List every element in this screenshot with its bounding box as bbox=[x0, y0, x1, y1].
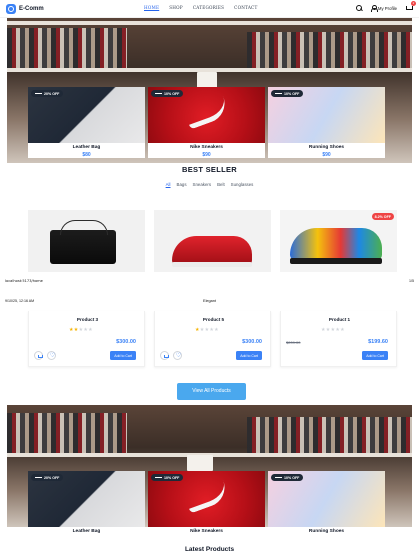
cart-icon[interactable]: 2 bbox=[405, 1, 416, 12]
rating-stars: ★★★★★ bbox=[321, 327, 345, 333]
heart-icon[interactable] bbox=[47, 351, 56, 360]
product-price: $300.00 bbox=[116, 339, 136, 345]
product-image: 10% OFF bbox=[268, 471, 385, 527]
original-price: $209.00 bbox=[286, 340, 301, 345]
latest-products-title: Latest Products bbox=[184, 546, 235, 553]
hero-card[interactable]: 10% OFF Running Shoes bbox=[268, 471, 385, 534]
product-card[interactable]: Product 5 ★★★★★ $300.00 Add to Cart bbox=[154, 311, 271, 367]
product-image: 20% OFF bbox=[28, 471, 145, 527]
hero-card[interactable]: 10% OFF Nike Sneakers $90 bbox=[148, 87, 265, 158]
brand-logo[interactable]: E-Comm bbox=[6, 3, 44, 14]
hero-card-price: $80 bbox=[82, 152, 91, 158]
user-icon bbox=[371, 4, 379, 12]
tab-belt[interactable]: Belt bbox=[217, 182, 225, 187]
product-image[interactable] bbox=[28, 210, 145, 272]
tab-sunglasses[interactable]: Sunglasses bbox=[231, 182, 254, 187]
product-image: 10% OFF bbox=[148, 471, 265, 527]
hero-card-price: $90 bbox=[202, 152, 211, 158]
cart-icon[interactable] bbox=[160, 351, 169, 360]
search-icon[interactable] bbox=[355, 4, 363, 12]
sneaker-image bbox=[290, 228, 382, 264]
nav-categories[interactable]: CATEGORIES bbox=[193, 5, 224, 10]
best-seller-products: Product 3 ★★★★★ $300.00 Add to Cart Prod… bbox=[28, 311, 397, 367]
tab-bags[interactable]: Bags bbox=[177, 182, 187, 187]
product-card[interactable]: Product 1 ★★★★★ $209.00 $199.60 Add to C… bbox=[280, 311, 397, 367]
product-name: Product 3 bbox=[76, 317, 99, 322]
nav-contact[interactable]: CONTACT bbox=[234, 5, 257, 10]
hero-card[interactable]: 10% OFF Running Shoes $90 bbox=[268, 87, 385, 158]
product-name: Product 5 bbox=[202, 317, 225, 322]
hero-card-name: Leather Bag bbox=[72, 529, 101, 534]
best-seller-title: BEST SELLER bbox=[182, 165, 237, 174]
category-tabs: All Bags Sneakers Belt Sunglasses bbox=[0, 182, 419, 187]
product-image: 20% OFF bbox=[28, 87, 145, 143]
rating-stars: ★★★★★ bbox=[69, 327, 93, 333]
add-to-cart-button[interactable]: Add to Cart bbox=[110, 351, 136, 360]
hero-card[interactable]: 20% OFF Leather Bag $80 bbox=[28, 87, 145, 158]
product-image[interactable]: 8.2% OFF bbox=[280, 210, 397, 272]
nav-shop[interactable]: SHOP bbox=[169, 5, 183, 10]
profile-label: My Profile bbox=[377, 5, 397, 11]
tab-all[interactable]: All bbox=[166, 182, 171, 187]
hero-card-name: Leather Bag bbox=[72, 145, 101, 150]
hero-card[interactable]: 10% OFF Nike Sneakers bbox=[148, 471, 265, 534]
top-nav-bar: E-Comm HOME SHOP CATEGORIES CONTACT My P… bbox=[0, 0, 419, 18]
product-image: 10% OFF bbox=[148, 87, 265, 143]
add-to-cart-button[interactable]: Add to Cart bbox=[362, 351, 388, 360]
hero-card[interactable]: 20% OFF Leather Bag bbox=[28, 471, 145, 534]
discount-badge: 10% OFF bbox=[271, 90, 304, 97]
rating-stars: ★★★★★ bbox=[195, 327, 219, 333]
tab-sneakers[interactable]: Sneakers bbox=[193, 182, 212, 187]
print-page-number: 1/5 bbox=[409, 279, 414, 283]
cart-icon[interactable] bbox=[34, 351, 43, 360]
swoosh-logo bbox=[183, 480, 231, 514]
discount-badge: 10% OFF bbox=[151, 90, 184, 97]
product-image[interactable] bbox=[154, 210, 271, 272]
hero-card-name: Nike Sneakers bbox=[190, 529, 223, 534]
hero-card-name: Nike Sneakers bbox=[190, 145, 223, 150]
clothing-rack-decor bbox=[247, 32, 412, 72]
discount-badge: 20% OFF bbox=[31, 90, 64, 97]
hero-card-price: $90 bbox=[322, 152, 331, 158]
shelf-decor bbox=[7, 21, 412, 25]
hero-card-name: Running Shoes bbox=[308, 529, 345, 534]
hero-cards: 20% OFF Leather Bag 10% OFF Nike Sneaker… bbox=[28, 471, 385, 534]
hero-cards: 20% OFF Leather Bag $80 10% OFF Nike Sne… bbox=[28, 87, 385, 158]
product-card[interactable]: Product 3 ★★★★★ $300.00 Add to Cart bbox=[28, 311, 145, 367]
logo-icon bbox=[6, 3, 16, 14]
cart-count-badge: 2 bbox=[411, 1, 416, 6]
discount-badge: 10% OFF bbox=[151, 474, 184, 481]
product-image: 10% OFF bbox=[268, 87, 385, 143]
product-price: $300.00 bbox=[242, 339, 262, 345]
best-seller-images: 8.2% OFF bbox=[28, 210, 397, 272]
add-to-cart-button[interactable]: Add to Cart bbox=[236, 351, 262, 360]
main-nav: HOME SHOP CATEGORIES CONTACT bbox=[144, 5, 257, 10]
nav-home[interactable]: HOME bbox=[144, 5, 159, 10]
print-title: Elegant bbox=[203, 299, 216, 303]
discount-badge: 20% OFF bbox=[31, 474, 64, 481]
product-name: Product 1 bbox=[328, 317, 351, 322]
clothing-rack-decor bbox=[7, 413, 127, 453]
profile-button[interactable]: My Profile bbox=[371, 4, 397, 12]
decor-item bbox=[187, 455, 213, 471]
sneaker-image bbox=[172, 236, 252, 267]
hero-card-name: Running Shoes bbox=[308, 145, 345, 150]
decor-item bbox=[197, 72, 217, 88]
clothing-rack-decor bbox=[7, 28, 127, 68]
clothing-rack-decor bbox=[247, 417, 412, 457]
product-price: $199.60 bbox=[368, 339, 388, 345]
heart-icon[interactable] bbox=[173, 351, 182, 360]
discount-badge: 8.2% OFF bbox=[371, 213, 394, 220]
discount-badge: 10% OFF bbox=[271, 474, 304, 481]
view-all-products-button[interactable]: View All Products bbox=[177, 383, 246, 400]
header-actions: My Profile 2 bbox=[355, 1, 416, 12]
swoosh-logo bbox=[183, 96, 231, 130]
bag-image bbox=[50, 220, 116, 264]
print-url: localhost:5173/home bbox=[5, 279, 43, 283]
print-page-break: localhost:5173/home 1/5 9/10/25, 12:16 A… bbox=[0, 274, 419, 303]
brand-name: E-Comm bbox=[19, 5, 44, 12]
